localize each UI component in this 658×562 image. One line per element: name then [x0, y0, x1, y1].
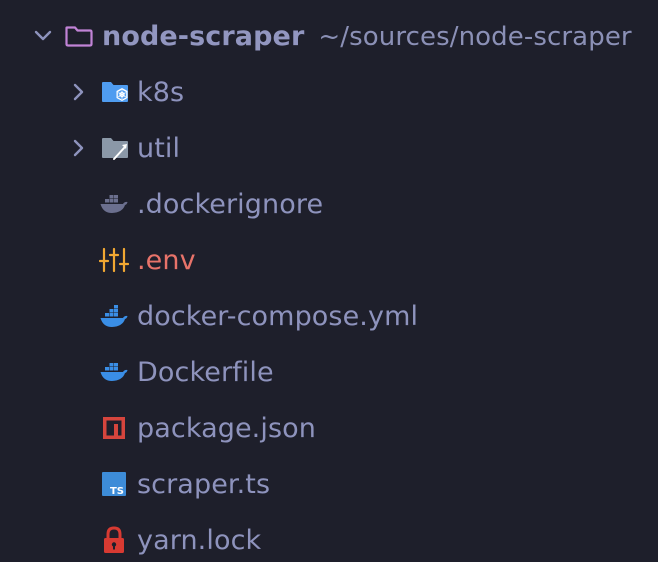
folder-icon [64, 21, 94, 51]
docker-icon [99, 357, 129, 387]
tree-item-util[interactable]: util [0, 120, 658, 176]
tree-item-label: .dockerignore [137, 188, 324, 220]
tree-item-k8s[interactable]: k8s [0, 64, 658, 120]
tree-item-label: scraper.ts [137, 468, 271, 500]
project-name: node-scraper [102, 20, 305, 52]
tree-item-docker-compose[interactable]: docker-compose.yml [0, 288, 658, 344]
tree-item-label: Dockerfile [137, 356, 274, 388]
tree-item-label: util [137, 132, 181, 164]
svg-text:TS: TS [110, 486, 124, 497]
lock-icon [99, 525, 129, 555]
docker-icon [99, 301, 129, 331]
tree-item-label: .env [137, 244, 196, 276]
docker-ignore-icon [99, 189, 129, 219]
tree-item-label: docker-compose.yml [137, 300, 419, 332]
tree-item-dockerignore[interactable]: .dockerignore [0, 176, 658, 232]
tree-item-label: k8s [137, 76, 185, 108]
typescript-icon: TS [99, 469, 129, 499]
tools-folder-icon [100, 133, 130, 163]
chevron-right-icon[interactable] [66, 80, 90, 104]
chevron-down-icon[interactable] [31, 24, 55, 48]
tree-item-dockerfile[interactable]: Dockerfile [0, 344, 658, 400]
tree-item-scraper-ts[interactable]: TS scraper.ts [0, 456, 658, 512]
tune-icon [99, 245, 129, 275]
tree-item-env[interactable]: .env [0, 232, 658, 288]
kubernetes-folder-icon [100, 77, 130, 107]
chevron-right-icon[interactable] [66, 136, 90, 160]
npm-icon [99, 413, 129, 443]
tree-root-node-scraper[interactable]: node-scraper ~/sources/node-scraper [0, 8, 658, 64]
tree-item-label: package.json [137, 412, 316, 444]
tree-item-yarn-lock[interactable]: yarn.lock [0, 512, 658, 562]
file-explorer-tree: node-scraper ~/sources/node-scraper k8s [0, 0, 658, 562]
tree-item-package-json[interactable]: package.json [0, 400, 658, 456]
tree-item-label: yarn.lock [137, 524, 262, 556]
project-path: ~/sources/node-scraper [318, 21, 632, 52]
